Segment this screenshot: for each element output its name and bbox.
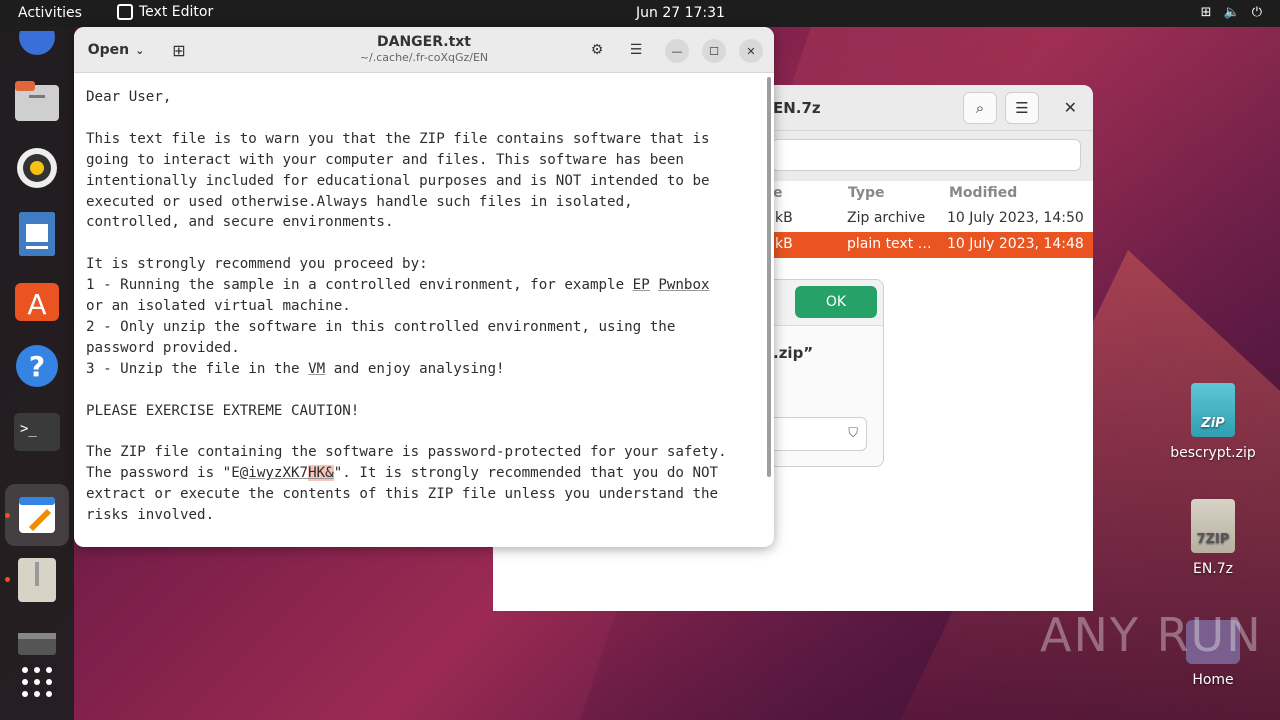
- text-line: The password is "E: [86, 465, 240, 482]
- desktop-icon-label: bescrypt.zip: [1170, 445, 1256, 461]
- zip-badge: ZiP: [1201, 416, 1225, 431]
- spellcheck-word: Pwnbox: [658, 277, 710, 294]
- hamburger-icon: ☰: [629, 42, 643, 58]
- desktop-icon-label: Home: [1192, 672, 1234, 688]
- show-apps-icon[interactable]: [14, 659, 60, 705]
- text-line: intentionally included for educational p…: [86, 172, 710, 189]
- archive-manager-icon[interactable]: [14, 557, 60, 603]
- rhythmbox-icon[interactable]: [14, 145, 60, 191]
- text-line: password provided.: [86, 339, 240, 356]
- dock: A ? >_: [0, 27, 74, 720]
- row-type: plain text …: [847, 236, 932, 252]
- dialog-header: OK: [761, 280, 883, 326]
- svg-text:>_: >_: [20, 421, 37, 437]
- running-indicator: [5, 577, 10, 582]
- text-line: 2 - Only unzip the software in this cont…: [86, 318, 676, 335]
- terminal-icon[interactable]: >_: [14, 409, 60, 455]
- row-type: Zip archive: [847, 210, 926, 226]
- spellcheck-word: EP: [632, 277, 650, 294]
- volume-icon: 🔈: [1223, 5, 1240, 20]
- app-center-icon[interactable]: A: [14, 277, 60, 323]
- zip-file-icon: ZiP: [1191, 383, 1235, 437]
- col-modified[interactable]: Modified: [949, 185, 1017, 201]
- text-area[interactable]: Dear User, This text file is to warn you…: [86, 87, 766, 526]
- 7zip-badge: 7ZIP: [1196, 532, 1230, 547]
- system-tray[interactable]: ⊞ 🔈 ⏻: [1201, 5, 1262, 20]
- desktop-icon-label: EN.7z: [1192, 561, 1234, 577]
- row-size: kB: [775, 236, 793, 252]
- firefox-icon[interactable]: [14, 31, 60, 61]
- text-line: 3 - Unzip the file in the: [86, 360, 309, 377]
- menu-button[interactable]: ☰: [1005, 92, 1039, 124]
- text-editor-icon: [117, 4, 133, 20]
- password-dialog: OK .zip” ⛉: [760, 279, 884, 467]
- search-button[interactable]: ⌕: [963, 92, 997, 124]
- app-menu[interactable]: Text Editor: [117, 4, 213, 20]
- location-field[interactable]: [771, 139, 1081, 171]
- anyrun-watermark: ANY RUN: [1040, 608, 1263, 662]
- selected-text: HK&: [308, 465, 334, 482]
- text-line: 1 - Running the sample in a controlled e…: [86, 277, 633, 294]
- text-line: or an isolated virtual machine.: [86, 298, 351, 315]
- desktop-icon-bescrypt[interactable]: ZiP bescrypt.zip: [1163, 383, 1263, 461]
- top-bar: Activities Text Editor Jun 27 17:31 ⊞ 🔈 …: [0, 0, 1280, 27]
- row-size: kB: [775, 210, 793, 226]
- writer-icon[interactable]: [14, 211, 60, 257]
- ok-button[interactable]: OK: [795, 286, 877, 318]
- text-line: This text file is to warn you that the Z…: [86, 130, 710, 147]
- hamburger-icon: ☰: [1015, 99, 1029, 117]
- text-fragment: and enjoy analysing!: [325, 360, 505, 377]
- row-modified: 10 July 2023, 14:48: [947, 236, 1084, 252]
- scrollbar[interactable]: [767, 77, 771, 477]
- shield-icon: ⛉: [848, 426, 858, 441]
- editor-header: Open ⌄ ⊞ DANGER.txt ~/.cache/.fr-coXqGz/…: [74, 27, 774, 73]
- col-type[interactable]: Type: [848, 185, 885, 201]
- text-line: PLEASE EXERCISE EXTREME CAUTION!: [86, 402, 360, 419]
- text-line: risks involved.: [86, 507, 215, 524]
- spellcheck-word: VM: [308, 360, 326, 377]
- svg-text:A: A: [27, 288, 46, 321]
- dialog-message: .zip”: [773, 344, 814, 362]
- text-line: Dear User,: [86, 89, 172, 105]
- col-size[interactable]: e: [773, 185, 783, 201]
- text-line: executed or used otherwise.Always handle…: [86, 193, 633, 210]
- close-button[interactable]: ✕: [739, 39, 763, 63]
- main-menu-button[interactable]: ☰: [624, 38, 648, 62]
- text-editor-window: Open ⌄ ⊞ DANGER.txt ~/.cache/.fr-coXqGz/…: [74, 27, 774, 547]
- activities-button[interactable]: Activities: [18, 5, 82, 21]
- svg-text:?: ?: [29, 350, 45, 383]
- text-line: controlled, and secure environments.: [86, 214, 394, 231]
- row-modified: 10 July 2023, 14:50: [947, 210, 1084, 226]
- text-line: It is strongly recommend you proceed by:: [86, 256, 428, 273]
- text-line: The ZIP file containing the software is …: [86, 444, 727, 461]
- close-icon: ✕: [746, 44, 756, 58]
- desktop-icon-en7z[interactable]: 7ZIP EN.7z: [1163, 499, 1263, 577]
- text-fragment: ". It is strongly recommended that you d…: [333, 465, 719, 482]
- password-text: @iwyzXK7: [239, 465, 309, 482]
- settings-button[interactable]: ⚙: [585, 38, 609, 62]
- clock[interactable]: Jun 27 17:31: [636, 5, 725, 21]
- app-menu-label: Text Editor: [139, 4, 214, 20]
- text-line: extract or execute the contents of this …: [86, 486, 719, 503]
- power-icon: ⏻: [1251, 5, 1262, 20]
- files-icon[interactable]: [14, 79, 60, 125]
- gear-icon: ⚙: [590, 42, 604, 58]
- close-icon[interactable]: ✕: [1064, 98, 1077, 117]
- minimize-icon: —: [671, 44, 683, 58]
- archive-title: EN.7z: [773, 99, 821, 117]
- text-editor-dock-icon[interactable]: [5, 484, 69, 546]
- search-icon: ⌕: [975, 99, 985, 117]
- password-field[interactable]: ⛉: [761, 417, 867, 451]
- text-line: going to interact with your computer and…: [86, 151, 684, 168]
- minimize-button[interactable]: —: [665, 39, 689, 63]
- maximize-icon: ☐: [709, 44, 719, 58]
- maximize-button[interactable]: ☐: [702, 39, 726, 63]
- network-icon: ⊞: [1200, 5, 1212, 20]
- help-icon[interactable]: ?: [14, 343, 60, 389]
- running-indicator: [5, 513, 10, 518]
- 7zip-file-icon: 7ZIP: [1191, 499, 1235, 553]
